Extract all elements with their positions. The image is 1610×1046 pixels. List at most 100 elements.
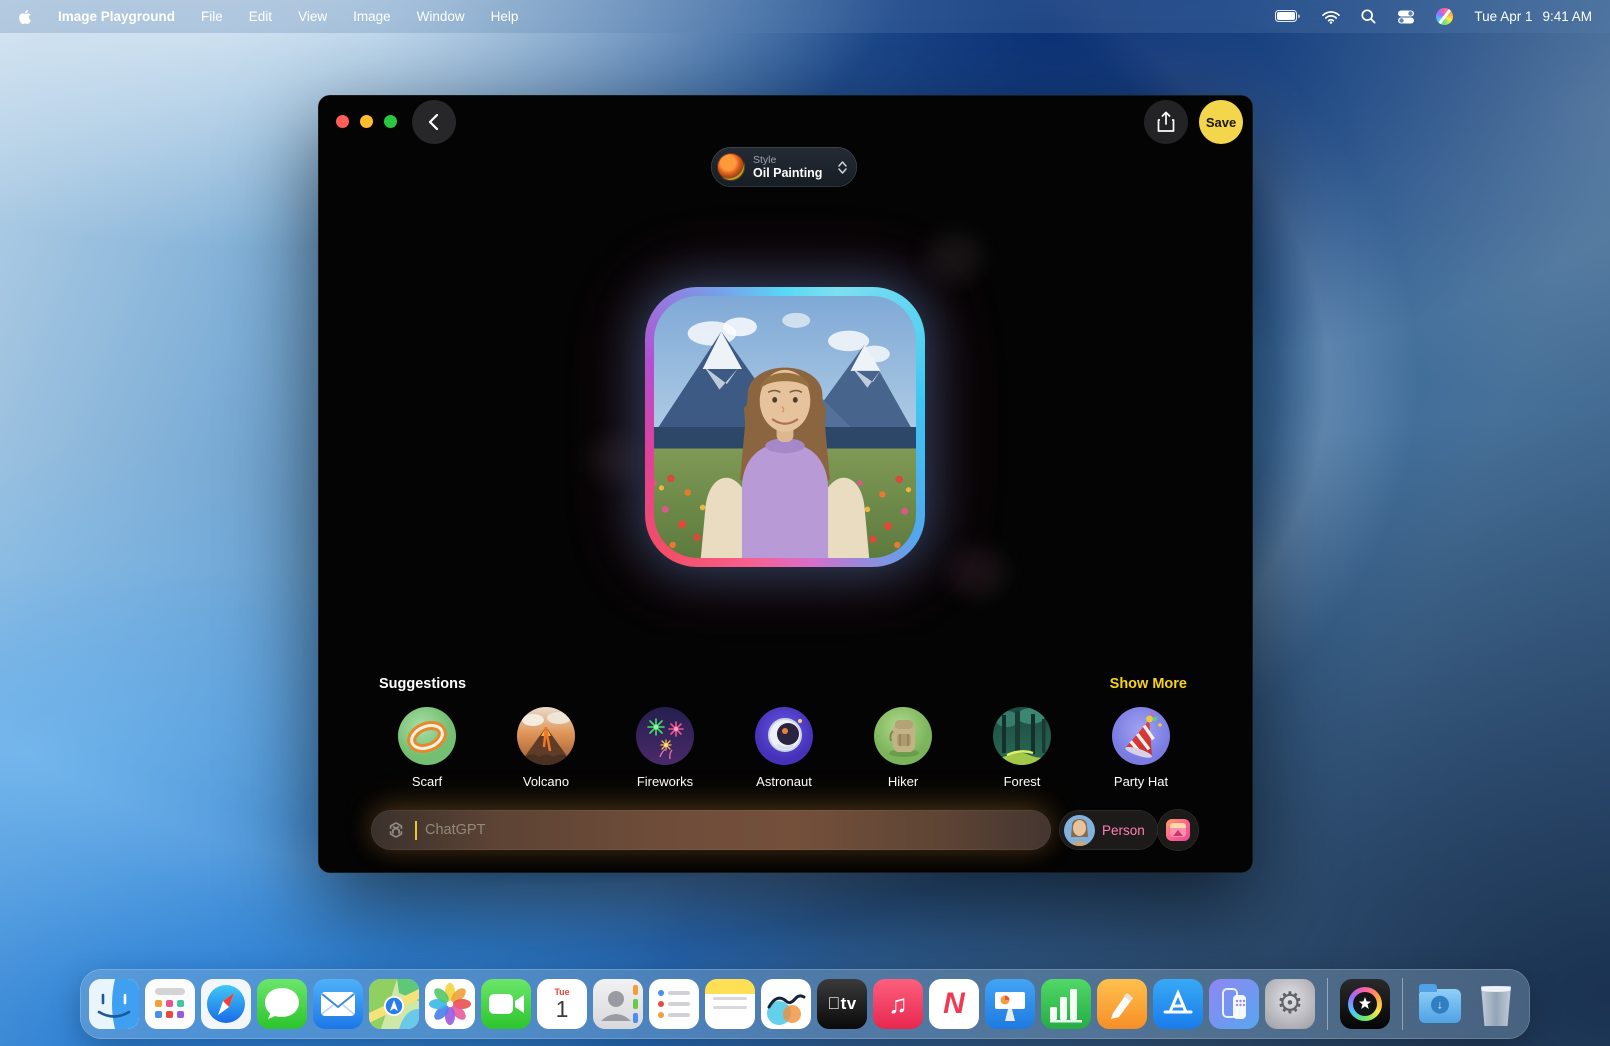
hiker-icon <box>874 707 932 765</box>
save-button[interactable]: Save <box>1199 100 1243 144</box>
menu-bar-date: Tue Apr 1 <box>1474 9 1532 24</box>
share-button[interactable] <box>1144 100 1188 144</box>
dock-app-photos[interactable] <box>425 979 475 1029</box>
person-chip[interactable]: Person <box>1059 810 1158 850</box>
gear-icon: ⚙ <box>1277 989 1304 1019</box>
dock-divider <box>1327 978 1328 1030</box>
dock-app-messages[interactable] <box>257 979 307 1029</box>
canvas-glow-blob <box>586 435 640 483</box>
dock-app-tv[interactable]: tv <box>817 979 867 1029</box>
close-window-button[interactable] <box>336 115 349 128</box>
menu-window[interactable]: Window <box>417 9 465 24</box>
menu-help[interactable]: Help <box>491 9 519 24</box>
dock-downloads-folder[interactable]: ↓ <box>1415 979 1465 1029</box>
menu-file[interactable]: File <box>201 9 223 24</box>
wifi-icon[interactable] <box>1322 10 1340 24</box>
dock-app-contacts[interactable] <box>593 979 643 1029</box>
dock-app-calendar[interactable]: Tue 1 <box>537 979 587 1029</box>
dock-app-system-settings[interactable]: ⚙ <box>1265 979 1315 1029</box>
dock-app-mail[interactable] <box>313 979 363 1029</box>
suggestions-row: Scarf Volcano <box>398 707 1170 789</box>
dock-app-image-playground[interactable] <box>1340 979 1390 1029</box>
dock-app-launchpad[interactable] <box>145 979 195 1029</box>
calendar-day: 1 <box>556 997 569 1021</box>
dock-app-reminders[interactable] <box>649 979 699 1029</box>
trash-icon <box>1479 986 1513 1026</box>
forest-icon <box>993 707 1051 765</box>
style-picker[interactable]: Style Oil Painting <box>711 147 857 187</box>
suggestion-hiker[interactable]: Hiker <box>874 707 932 789</box>
suggestion-label: Forest <box>1004 774 1041 789</box>
dock-app-finder[interactable] <box>89 979 139 1029</box>
menu-bar-time: 9:41 AM <box>1542 9 1592 24</box>
back-button[interactable] <box>412 100 456 144</box>
dock-app-notes[interactable] <box>705 979 755 1029</box>
dock-app-iphone-mirroring[interactable] <box>1209 979 1259 1029</box>
dock-app-maps[interactable] <box>369 979 419 1029</box>
dock-app-keynote[interactable] <box>985 979 1035 1029</box>
oil-painting-style-icon <box>717 153 745 181</box>
menu-image[interactable]: Image <box>353 9 391 24</box>
party-hat-icon <box>1112 707 1170 765</box>
menu-bar-clock[interactable]: Tue Apr 1 9:41 AM <box>1474 9 1592 24</box>
fireworks-icon <box>636 707 694 765</box>
prompt-placeholder: ChatGPT <box>425 822 485 838</box>
download-arrow-icon: ↓ <box>1431 996 1449 1014</box>
search-icon[interactable] <box>1361 9 1376 24</box>
dock-app-numbers[interactable] <box>1041 979 1091 1029</box>
suggestion-label: Hiker <box>888 774 918 789</box>
control-center-icon[interactable] <box>1397 10 1415 24</box>
generated-image-frame[interactable] <box>645 287 925 567</box>
music-note-icon: ♫ <box>888 989 908 1020</box>
dock-app-music[interactable]: ♫ <box>873 979 923 1029</box>
suggestion-label: Astronaut <box>756 774 812 789</box>
person-chip-label: Person <box>1102 823 1145 838</box>
news-logo: N <box>943 987 965 1021</box>
photo-picker-button[interactable] <box>1157 809 1199 851</box>
generated-image <box>654 296 916 558</box>
canvas-glow-blob <box>926 233 982 283</box>
menu-bar: Image Playground File Edit View Image Wi… <box>0 0 1610 33</box>
image-playground-icon <box>1348 987 1382 1021</box>
prompt-input[interactable]: ChatGPT <box>371 810 1051 850</box>
battery-icon[interactable] <box>1275 10 1301 23</box>
menu-bar-app-name[interactable]: Image Playground <box>58 9 175 24</box>
suggestion-label: Party Hat <box>1114 774 1168 789</box>
dock-app-pages[interactable] <box>1097 979 1147 1029</box>
chevron-up-down-icon <box>838 161 847 174</box>
image-playground-menu-icon[interactable] <box>1436 8 1453 25</box>
style-picker-value: Oil Painting <box>753 166 830 180</box>
astronaut-icon <box>755 707 813 765</box>
show-more-button[interactable]: Show More <box>1110 676 1187 692</box>
dock-divider <box>1402 978 1403 1030</box>
suggestion-forest[interactable]: Forest <box>993 707 1051 789</box>
suggestion-scarf[interactable]: Scarf <box>398 707 456 789</box>
dock-app-news[interactable]: N <box>929 979 979 1029</box>
chatgpt-icon <box>385 819 407 841</box>
suggestion-label: Volcano <box>523 774 569 789</box>
canvas-glow-blob <box>948 547 1006 597</box>
dock-app-safari[interactable] <box>201 979 251 1029</box>
image-playground-window: Save Style Oil Painting <box>318 95 1253 873</box>
dock-trash[interactable] <box>1471 979 1521 1029</box>
suggestion-label: Fireworks <box>637 774 693 789</box>
suggestion-fireworks[interactable]: Fireworks <box>636 707 694 789</box>
suggestion-party-hat[interactable]: Party Hat <box>1112 707 1170 789</box>
dock-app-freeform[interactable] <box>761 979 811 1029</box>
minimize-window-button[interactable] <box>360 115 373 128</box>
apple-logo-icon[interactable] <box>18 9 32 25</box>
dock-app-appstore[interactable] <box>1153 979 1203 1029</box>
volcano-icon <box>517 707 575 765</box>
suggestion-astronaut[interactable]: Astronaut <box>755 707 813 789</box>
menu-view[interactable]: View <box>298 9 327 24</box>
scarf-icon <box>398 707 456 765</box>
menu-edit[interactable]: Edit <box>249 9 272 24</box>
suggestions-title: Suggestions <box>379 676 466 692</box>
photos-icon <box>1166 819 1190 841</box>
suggestion-label: Scarf <box>412 774 442 789</box>
person-avatar <box>1064 815 1095 846</box>
text-caret <box>415 821 417 840</box>
zoom-window-button[interactable] <box>384 115 397 128</box>
suggestion-volcano[interactable]: Volcano <box>517 707 575 789</box>
dock-app-facetime[interactable] <box>481 979 531 1029</box>
